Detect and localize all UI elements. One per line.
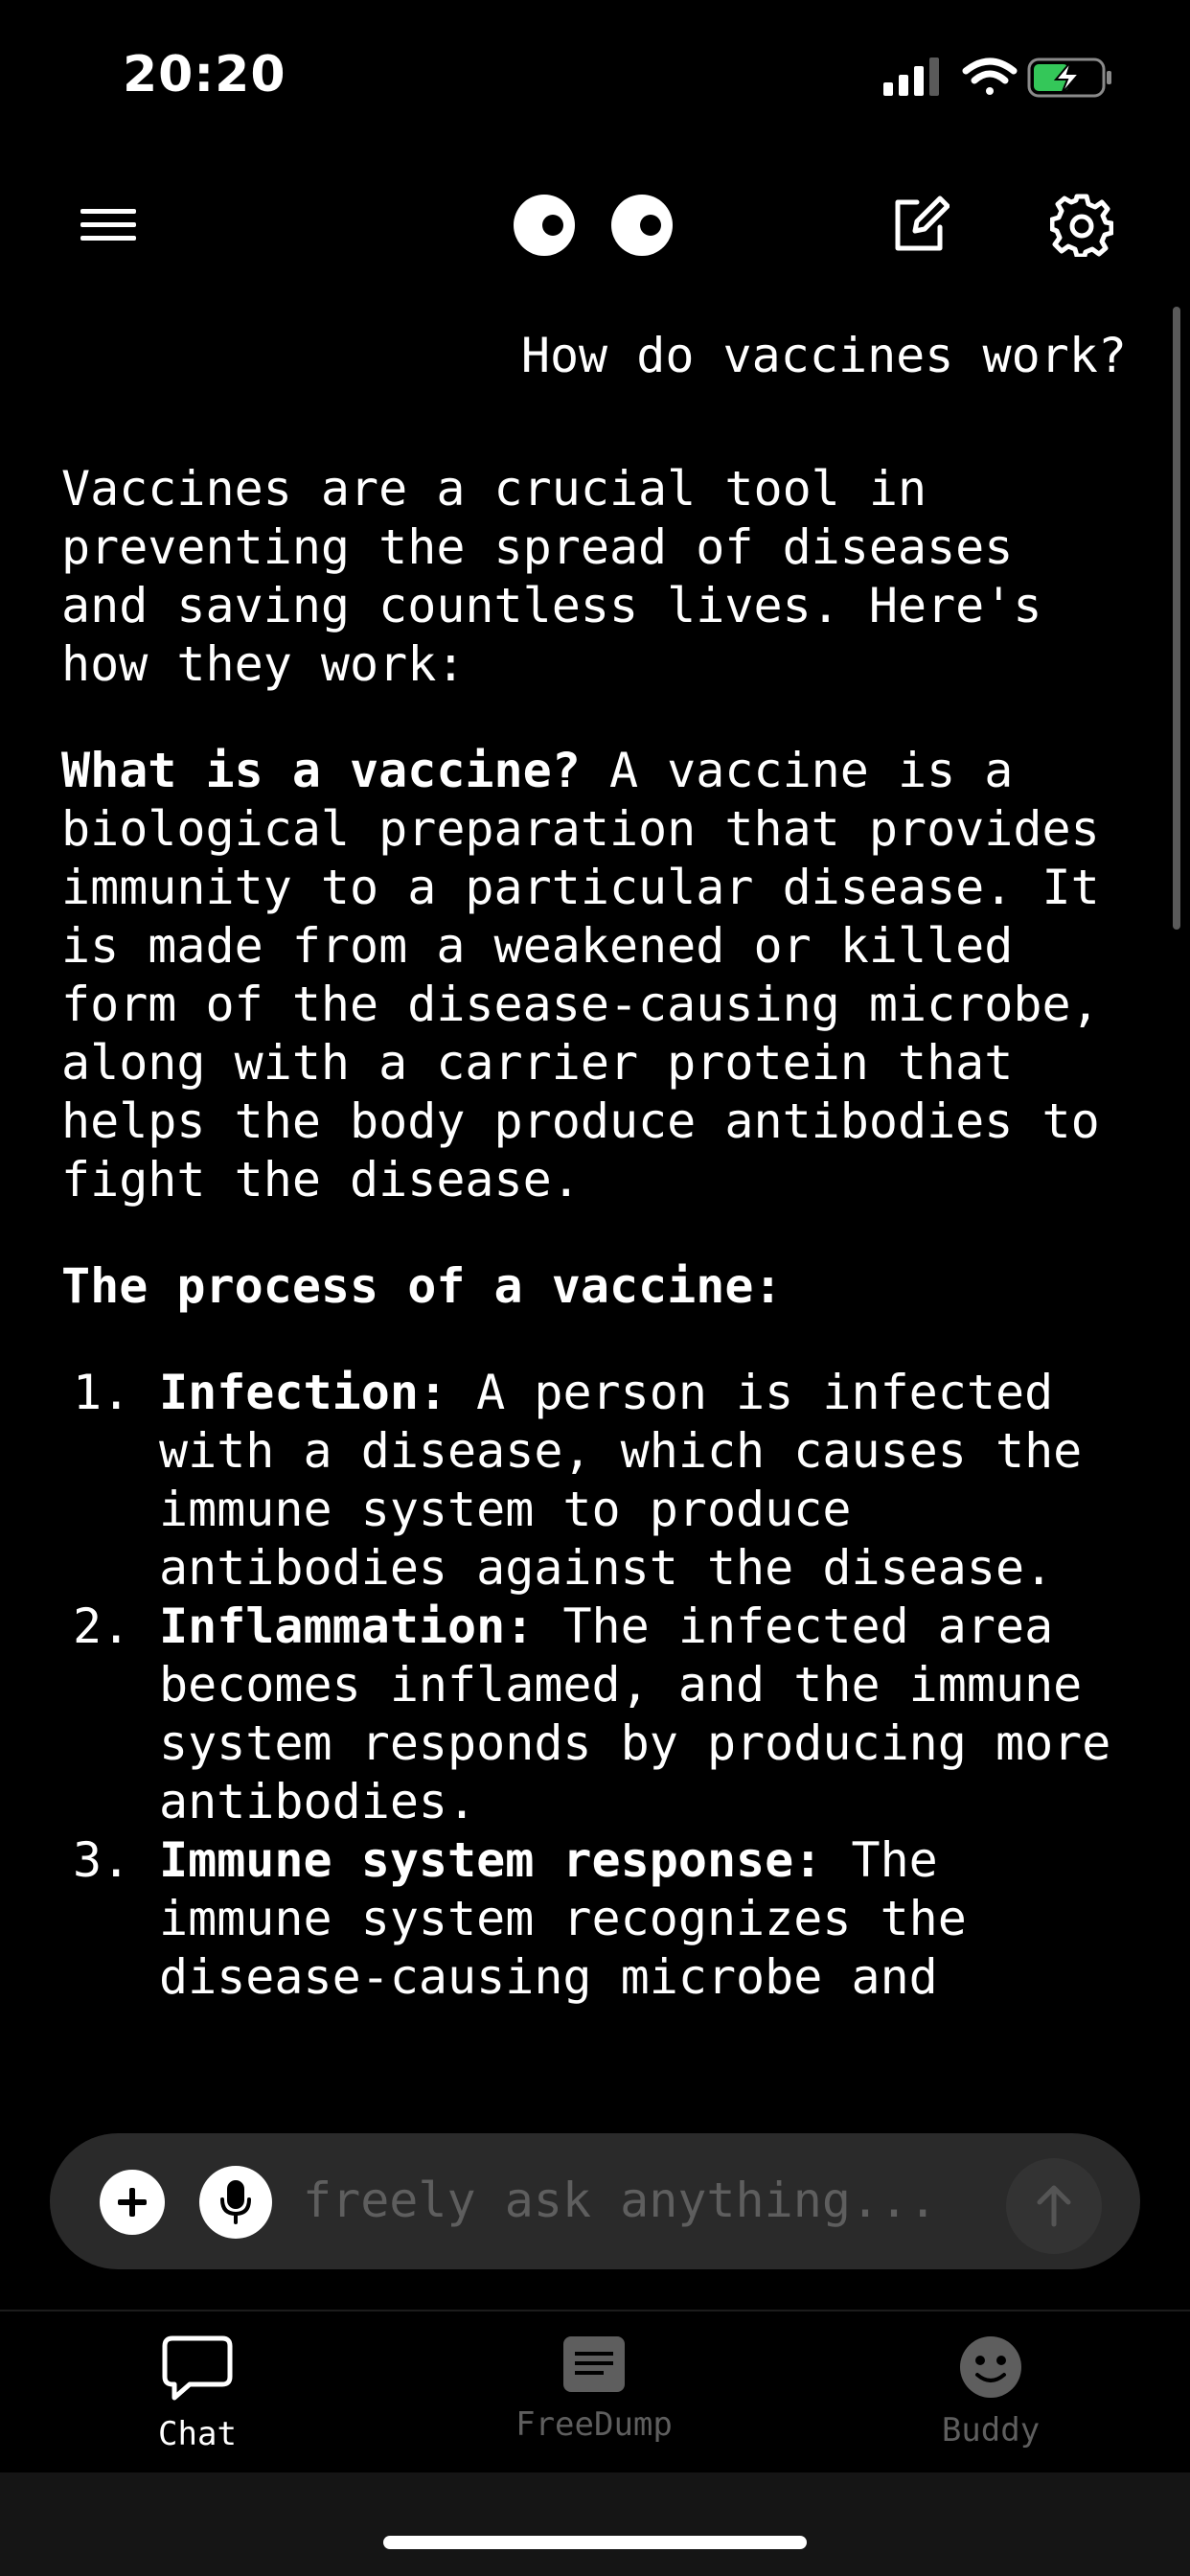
settings-button[interactable]: [1029, 172, 1134, 278]
user-message: How do vaccines work?: [520, 328, 1127, 383]
list-item-number: 3.: [73, 1832, 131, 1888]
tab-chat[interactable]: Chat: [73, 2334, 322, 2459]
status-bar: 20:20: [0, 0, 1190, 153]
smiley-icon: [960, 2336, 1021, 2398]
home-indicator-area: [0, 2472, 1190, 2576]
chat-fade-overlay: [0, 2022, 1190, 2080]
app-logo: [508, 172, 680, 278]
list-item: 2. Inflammation: The infected area become…: [61, 1598, 1125, 1831]
assistant-message: Vaccines are a crucial tool in preventin…: [61, 460, 1125, 2007]
assistant-intro: Vaccines are a crucial tool in preventin…: [61, 461, 1071, 692]
tab-bar: Chat FreeDump Buddy: [0, 2310, 1190, 2474]
list-item-title: Infection:: [159, 1365, 448, 1420]
what-is-vaccine-paragraph: What is a vaccine? A vaccine is a biolog…: [61, 742, 1125, 1209]
home-indicator[interactable]: [383, 2536, 807, 2549]
tab-label: FreeDump: [515, 2405, 673, 2444]
battery-charging-icon: [1027, 58, 1111, 98]
status-time: 20:20: [123, 46, 286, 104]
what-is-vaccine-title: What is a vaccine?: [61, 743, 581, 798]
chat-scrollbar[interactable]: [1173, 307, 1180, 930]
list-item: 3. Immune system response: The immune sys…: [61, 1831, 1125, 2007]
list-item: 1. Infection: A person is infected with a…: [61, 1364, 1125, 1598]
microphone-icon: [220, 2180, 251, 2224]
what-is-vaccine-body: A vaccine is a biological preparation th…: [61, 743, 1129, 1208]
send-button[interactable]: [1006, 2158, 1102, 2254]
tab-label: Buddy: [941, 2411, 1041, 2450]
process-steps-list: 1. Infection: A person is infected with a…: [61, 1364, 1125, 2007]
list-item-title: Immune system response:: [159, 1832, 823, 1888]
message-composer: [50, 2133, 1140, 2269]
plus-icon: [118, 2188, 147, 2217]
gear-icon: [1050, 194, 1113, 257]
list-item-number: 1.: [73, 1365, 131, 1420]
message-input[interactable]: [303, 2162, 993, 2239]
notes-icon: [563, 2336, 625, 2392]
add-attachment-button[interactable]: [100, 2170, 165, 2235]
arrow-up-icon: [1037, 2185, 1071, 2227]
list-item-title: Inflammation:: [159, 1598, 535, 1654]
tab-buddy[interactable]: Buddy: [866, 2334, 1115, 2459]
chat-bubble-icon: [162, 2335, 233, 2401]
wifi-icon: [962, 58, 1018, 95]
new-chat-button[interactable]: [866, 172, 972, 278]
compose-icon: [895, 196, 950, 251]
app-header: [0, 172, 1190, 278]
menu-button[interactable]: [56, 172, 161, 278]
buddy-eyes-logo: [514, 195, 673, 256]
cellular-signal-icon: [883, 58, 939, 96]
chat-thread[interactable]: How do vaccines work? Vaccines are a cru…: [0, 307, 1190, 2075]
voice-input-button[interactable]: [199, 2166, 272, 2239]
hamburger-menu-icon: [80, 209, 136, 241]
tab-label: Chat: [158, 2415, 237, 2453]
list-item-number: 2.: [73, 1598, 131, 1654]
process-heading: The process of a vaccine:: [61, 1258, 783, 1314]
tab-freedump[interactable]: FreeDump: [469, 2334, 719, 2459]
status-icons: [874, 54, 1113, 105]
